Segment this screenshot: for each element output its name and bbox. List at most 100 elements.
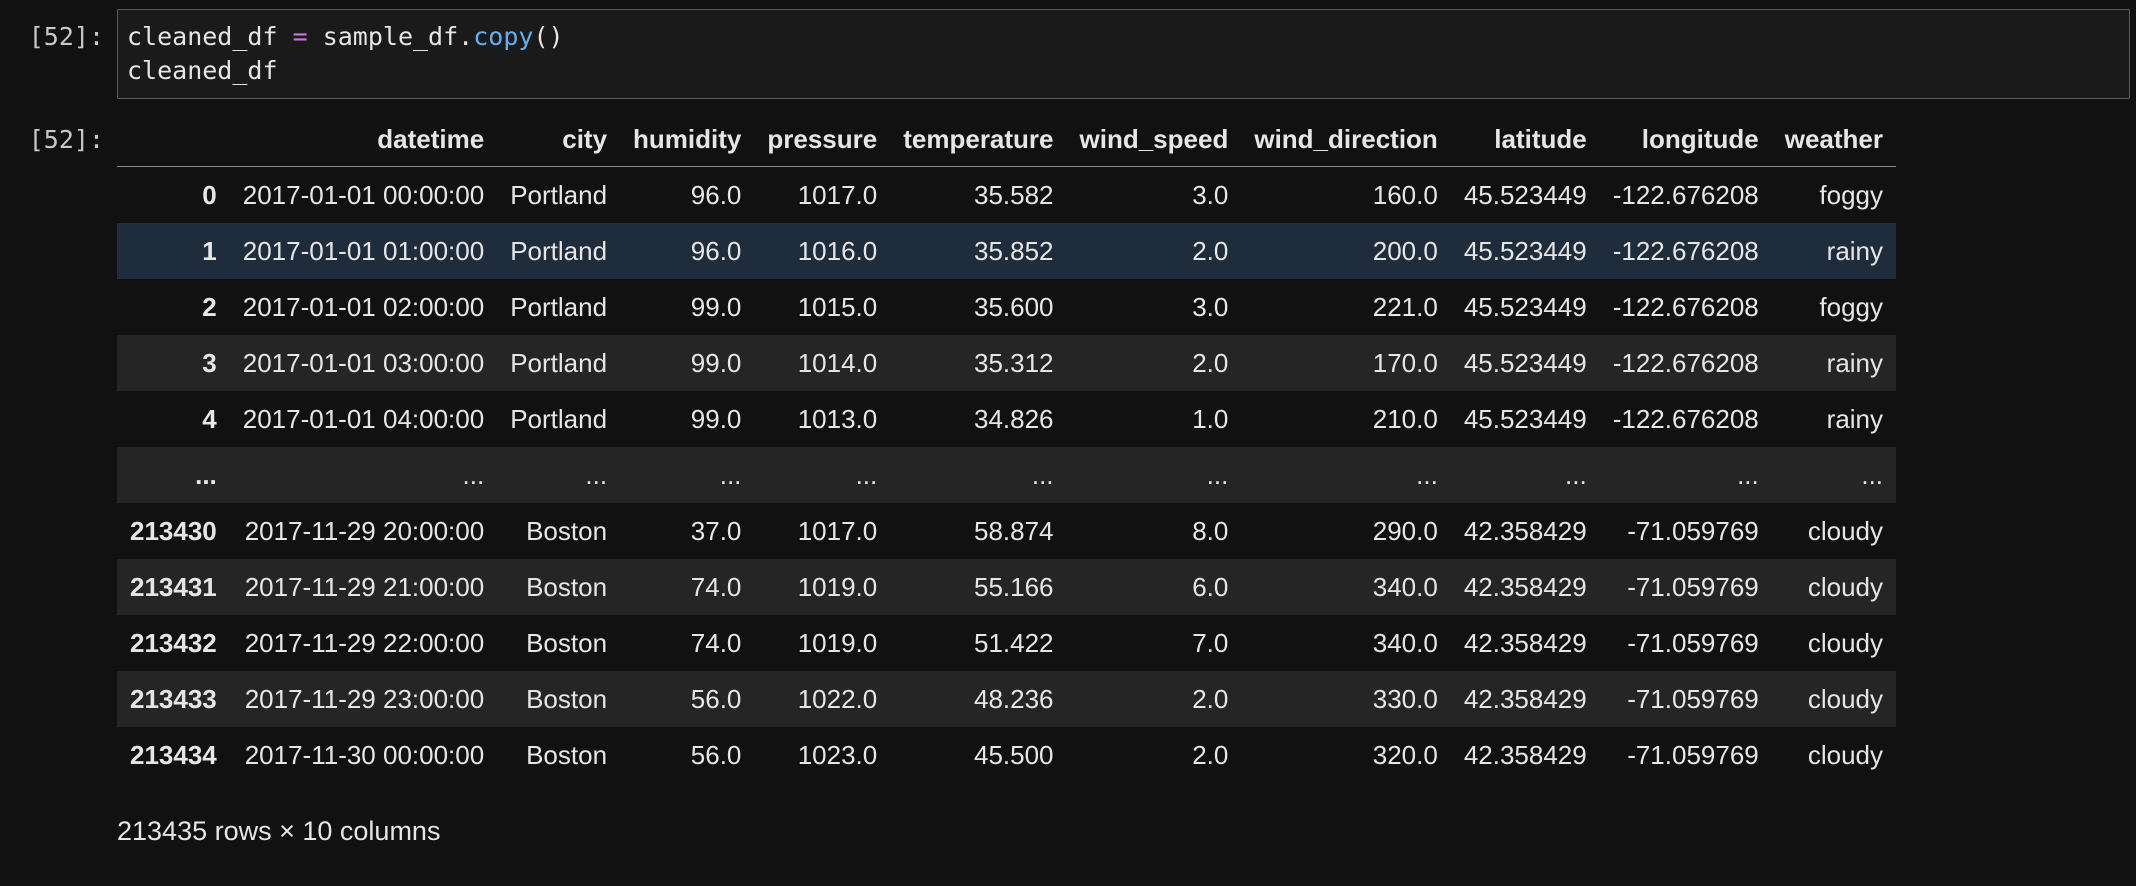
- code-token-object: sample_df.: [322, 22, 474, 51]
- table-cell: rainy: [1826, 347, 1884, 378]
- table-cell: 34.826: [973, 403, 1054, 434]
- table-cell: 2017-11-29 21:00:00: [244, 571, 485, 602]
- table-cell: 35.852: [973, 235, 1054, 266]
- table-cell: 51.422: [973, 627, 1054, 658]
- table-cell: cloudy: [1807, 571, 1884, 602]
- table-cell: foggy: [1819, 179, 1884, 210]
- table-cell: Boston: [526, 515, 608, 546]
- table-row: 3 2017-01-01 03:00:00 Portland 99.0 1014.0 35…: [117, 335, 1897, 391]
- table-cell: cloudy: [1807, 739, 1884, 770]
- table-cell: 1016.0: [797, 235, 878, 266]
- table-cell: Boston: [526, 683, 608, 714]
- row-index: 213432: [130, 627, 217, 658]
- table-cell: cloudy: [1807, 627, 1884, 658]
- input-prompt: [52]:: [28, 22, 104, 51]
- table-cell: 35.312: [973, 347, 1054, 378]
- row-index: 213434: [130, 739, 217, 770]
- table-cell: cloudy: [1807, 515, 1884, 546]
- header-row: datetime city humidity pressure temperature w…: [117, 112, 1897, 167]
- dataframe-header: datetime city humidity pressure temperature w…: [117, 112, 1897, 167]
- table-row: 0 2017-01-01 00:00:00 Portland 96.0 1017.0 35…: [117, 167, 1896, 224]
- column-header-longitude: longitude: [1599, 112, 1772, 167]
- table-cell: Portland: [510, 235, 608, 266]
- table-cell: 2017-01-01 00:00:00: [242, 179, 485, 210]
- table-cell: rainy: [1826, 235, 1884, 266]
- table-cell: -122.676208: [1612, 347, 1759, 378]
- table-cell: 74.0: [690, 571, 742, 602]
- table-cell: 58.874: [973, 515, 1054, 546]
- table-cell: -122.676208: [1612, 291, 1759, 322]
- code-line-2: cleaned_df: [127, 56, 278, 85]
- table-cell: 1013.0: [797, 403, 878, 434]
- table-cell: -122.676208: [1612, 235, 1759, 266]
- column-header-temperature: temperature: [890, 112, 1067, 167]
- column-header-pressure: pressure: [754, 112, 891, 167]
- table-cell: 45.523449: [1463, 403, 1587, 434]
- table-cell: 35.582: [973, 179, 1054, 210]
- table-cell: ...: [1416, 459, 1438, 490]
- table-row: 2 2017-01-01 02:00:00 Portland 99.0 1015.0 35…: [117, 279, 1896, 335]
- table-cell: ...: [855, 459, 878, 490]
- table-cell: 1017.0: [797, 515, 878, 546]
- row-index: 213431: [130, 571, 217, 602]
- table-cell: -71.059769: [1627, 739, 1759, 770]
- table-cell: Portland: [510, 403, 608, 434]
- code-token-function: copy: [473, 22, 534, 51]
- table-cell: ...: [719, 459, 742, 490]
- table-cell: 6.0: [1192, 571, 1229, 602]
- table-cell: 1022.0: [797, 683, 878, 714]
- table-cell: 290.0: [1372, 515, 1438, 546]
- table-cell: Boston: [526, 627, 608, 658]
- table-cell: 45.523449: [1463, 347, 1587, 378]
- table-cell: 1.0: [1192, 403, 1229, 434]
- table-cell: ...: [462, 459, 485, 490]
- table-cell: 42.358429: [1463, 515, 1587, 546]
- table-cell: 340.0: [1372, 571, 1438, 602]
- row-index: 3: [202, 347, 217, 378]
- code-editor[interactable]: cleaned_df = sample_df.copy() cleaned_df: [117, 9, 2130, 99]
- table-cell: -71.059769: [1627, 683, 1759, 714]
- table-cell: cloudy: [1807, 683, 1884, 714]
- table-cell: 45.523449: [1463, 291, 1587, 322]
- table-cell: 2.0: [1192, 347, 1229, 378]
- table-cell: 2017-11-29 22:00:00: [244, 627, 485, 658]
- table-cell: 42.358429: [1463, 571, 1587, 602]
- table-row: .................................: [117, 447, 1897, 503]
- table-row: 213433 2017-11-29 23:00:00 Boston 56.0 1022.…: [117, 671, 1897, 727]
- table-cell: 2017-11-30 00:00:00: [244, 739, 485, 770]
- table-cell: 2017-01-01 03:00:00: [242, 347, 485, 378]
- table-cell: -71.059769: [1627, 571, 1759, 602]
- row-index: 0: [202, 179, 217, 210]
- table-cell: 56.0: [690, 739, 742, 770]
- table-cell: 2.0: [1192, 683, 1229, 714]
- table-cell: 1014.0: [797, 347, 878, 378]
- table-cell: 2.0: [1192, 739, 1229, 770]
- table-cell: ...: [585, 459, 608, 490]
- table-cell: 2.0: [1192, 235, 1229, 266]
- column-header-wind-speed: wind_speed: [1066, 112, 1242, 167]
- column-header-humidity: humidity: [620, 112, 755, 167]
- table-cell: 42.358429: [1463, 739, 1587, 770]
- dataframe-shape-label: 213435 rows × 10 columns: [117, 816, 441, 846]
- column-header-wind-direction: wind_direction: [1241, 112, 1451, 167]
- table-cell: 2017-01-01 02:00:00: [242, 291, 485, 322]
- table-cell: ...: [1206, 459, 1229, 490]
- table-cell: -122.676208: [1612, 179, 1759, 210]
- table-cell: 200.0: [1372, 235, 1438, 266]
- table-cell: 340.0: [1372, 627, 1438, 658]
- table-cell: 45.523449: [1463, 235, 1587, 266]
- dataframe-table: datetime city humidity pressure temperature w…: [117, 112, 1897, 783]
- table-row: 213432 2017-11-29 22:00:00 Boston 74.0 1019.…: [117, 615, 1896, 671]
- index-header: [117, 112, 230, 167]
- table-cell: 42.358429: [1463, 627, 1587, 658]
- table-cell: 2017-11-29 23:00:00: [244, 683, 485, 714]
- table-cell: Portland: [510, 291, 608, 322]
- cell-output: datetime city humidity pressure temperature w…: [117, 112, 1897, 783]
- table-cell: 330.0: [1372, 683, 1438, 714]
- output-prompt: [52]:: [28, 125, 104, 154]
- table-cell: Boston: [526, 739, 608, 770]
- table-cell: 1023.0: [797, 739, 878, 770]
- code-token-operator: =: [292, 22, 308, 51]
- table-cell: 3.0: [1192, 179, 1229, 210]
- table-cell: 99.0: [690, 403, 742, 434]
